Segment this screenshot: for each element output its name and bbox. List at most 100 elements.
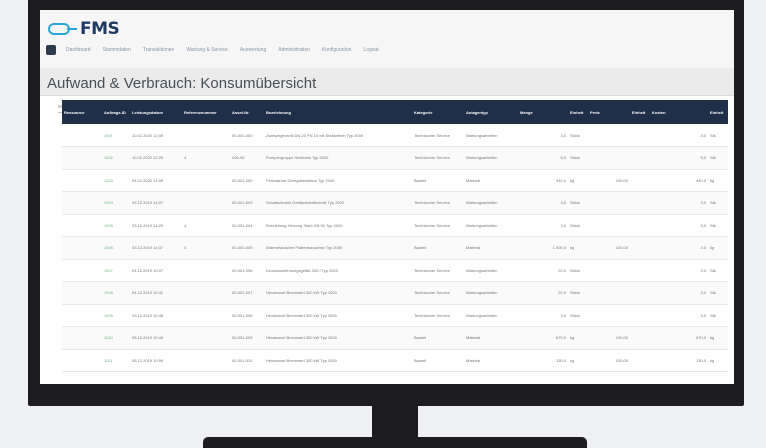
- column-header[interactable]: Preis: [588, 100, 630, 124]
- table-cell: [630, 327, 650, 350]
- table-cell[interactable]: 1011: [102, 349, 130, 372]
- table-cell: 04.02.2020 14:05: [132, 177, 164, 183]
- table-cell: [182, 349, 230, 372]
- table-cell: Technischer Service: [414, 132, 450, 138]
- table-cell[interactable]: 1007: [102, 259, 130, 282]
- table-cell[interactable]: 1001: [102, 124, 130, 147]
- table-cell: [62, 147, 102, 170]
- table-cell: 03.12.2019 14:07: [132, 200, 164, 206]
- monitor-stand-neck: [372, 406, 418, 438]
- table-row[interactable]: 1008 04.12.2019 10:42 00-001-007 Heizkessel…: [62, 281, 728, 305]
- table-cell: [182, 304, 230, 327]
- column-header[interactable]: Auftrags-ID: [102, 100, 130, 124]
- column-header[interactable]: Einheit: [630, 100, 650, 124]
- table-cell: kg: [710, 357, 715, 363]
- table-row[interactable]: 1001 10.02.2020 12:05 00-001-000 Zweiwegeve…: [62, 124, 728, 147]
- table-cell: kg: [710, 245, 715, 251]
- table-cell: Wärmetauscher Plattenbauweise Typ 2000: [266, 245, 343, 251]
- table-cell: Bauteil: [414, 335, 427, 341]
- table-cell: Stück: [570, 290, 581, 296]
- table-cell: [630, 124, 650, 147]
- table-row[interactable]: 1009 09.12.2019 10:48 00-001-008 Heizkessel…: [62, 304, 728, 327]
- table-cell: [588, 147, 630, 170]
- table-cell: [62, 304, 102, 327]
- table-cell: Bauteil: [414, 245, 427, 251]
- table-cell: [62, 237, 102, 260]
- table-cell: Stück: [570, 155, 581, 161]
- column-header[interactable]: Einheit: [708, 100, 728, 124]
- table-cell: Wartungsarbeiten: [466, 290, 498, 296]
- table-cell: 20,0: [558, 290, 566, 296]
- table-cell: 04.12.2019 10:42: [132, 290, 164, 296]
- table-cell: 00-001-005: [232, 245, 253, 251]
- table-cell: 3,0: [560, 200, 566, 206]
- table-cell: 3,0: [700, 245, 706, 251]
- table-cell: [630, 349, 650, 372]
- table-cell: 10.02.2020 12:29: [132, 155, 164, 161]
- table-cell: [630, 192, 650, 215]
- table-cell: Fernwärme-Übergabestation Typ 2000: [266, 177, 335, 183]
- table-cell: [62, 169, 102, 192]
- table-cell: [588, 282, 630, 305]
- table-row[interactable]: 1010 05.12.2019 10:44 00-001-009 Heizkessel…: [62, 326, 728, 350]
- table-cell: Stk.: [710, 222, 717, 228]
- column-header[interactable]: Leistungsdatum: [130, 100, 182, 124]
- table-cell[interactable]: 1008: [102, 282, 130, 305]
- table-cell: Technischer Service: [414, 267, 450, 273]
- table-cell: 130,0: [695, 357, 706, 363]
- column-header[interactable]: Kosten: [650, 100, 708, 124]
- table-cell: Wartungsarbeiten: [466, 312, 498, 318]
- table-cell: Material: [466, 335, 481, 341]
- table-cell[interactable]: 1002: [102, 147, 130, 170]
- table-cell: Wartungsarbeiten: [466, 155, 498, 161]
- column-header[interactable]: Einheit: [568, 100, 588, 124]
- table-cell: Stück: [570, 132, 581, 138]
- table-body: 1001 10.02.2020 12:05 00-001-000 Zweiwegeve…: [62, 124, 728, 372]
- table-cell: Heizkessel Brennwert 300 kW Typ 2000: [266, 335, 337, 341]
- table-cell: kg: [710, 177, 715, 183]
- column-header[interactable]: Referenznummer: [182, 100, 230, 124]
- table-cell: [588, 259, 630, 282]
- column-header[interactable]: Asset-Nr.: [230, 100, 264, 124]
- table-cell: 5,0: [700, 155, 706, 161]
- table-cell: kg: [710, 335, 715, 341]
- table-cell: 04.12.2019 10:07: [132, 267, 164, 273]
- table-cell: 1.000,0: [552, 245, 566, 251]
- table-cell: 4: [184, 155, 187, 161]
- table-cell: 3,0: [700, 290, 706, 296]
- monitor-stand-foot: [203, 437, 587, 448]
- table-row[interactable]: 1003 04.02.2020 14:05 00-001-002 Fernwärme-…: [62, 169, 728, 192]
- table-row[interactable]: 1006 03.12.2019 14:37 4 00-001-005 Wärmetaus…: [62, 236, 728, 260]
- table-cell: Technischer Service: [414, 312, 450, 318]
- table-cell: Stk.: [710, 155, 717, 161]
- table-cell: [62, 214, 102, 237]
- table-row[interactable]: 1007 04.12.2019 10:07 00-001-006 Druckausde…: [62, 259, 728, 282]
- table-cell[interactable]: 1006: [102, 237, 130, 260]
- table-cell: [182, 282, 230, 305]
- column-header[interactable]: Menge: [518, 100, 568, 124]
- table-cell: 03.12.2019 14:20: [132, 222, 164, 228]
- table-cell[interactable]: 1005: [102, 214, 130, 237]
- table-cell: Stk.: [710, 290, 717, 296]
- table-cell[interactable]: 1009: [102, 304, 130, 327]
- table-cell: [630, 169, 650, 192]
- table-cell: 4: [184, 245, 187, 251]
- table-cell[interactable]: 1004: [102, 192, 130, 215]
- table-cell: Stück: [570, 267, 581, 273]
- table-cell: Bauteil: [414, 177, 427, 183]
- table-cell[interactable]: 1010: [102, 327, 130, 350]
- column-header[interactable]: Kategorie: [412, 100, 464, 124]
- table-cell: Stk.: [710, 200, 717, 206]
- table-row[interactable]: 1005 03.12.2019 14:20 4 00-001-004 Rohrleitu…: [62, 214, 728, 237]
- table-row[interactable]: 1002 10.02.2020 12:29 4 000-05 Pumpengruppe …: [62, 146, 728, 170]
- table-cell: [182, 259, 230, 282]
- column-header[interactable]: Ressource: [62, 100, 102, 124]
- table-cell: Wartungsarbeiten: [466, 267, 498, 273]
- table-cell[interactable]: 1003: [102, 169, 130, 192]
- table-cell: 00-001-009: [232, 335, 253, 341]
- table-row[interactable]: 1004 03.12.2019 14:07 00-001-003 Schaltschr…: [62, 191, 728, 215]
- table-cell: 00-001-010: [232, 357, 253, 363]
- column-header[interactable]: Bezeichnung: [264, 100, 412, 124]
- table-row[interactable]: 1011 05.12.2019 10:59 00-001-010 Heizkessel…: [62, 349, 728, 372]
- column-header[interactable]: Anlagentyp: [464, 100, 518, 124]
